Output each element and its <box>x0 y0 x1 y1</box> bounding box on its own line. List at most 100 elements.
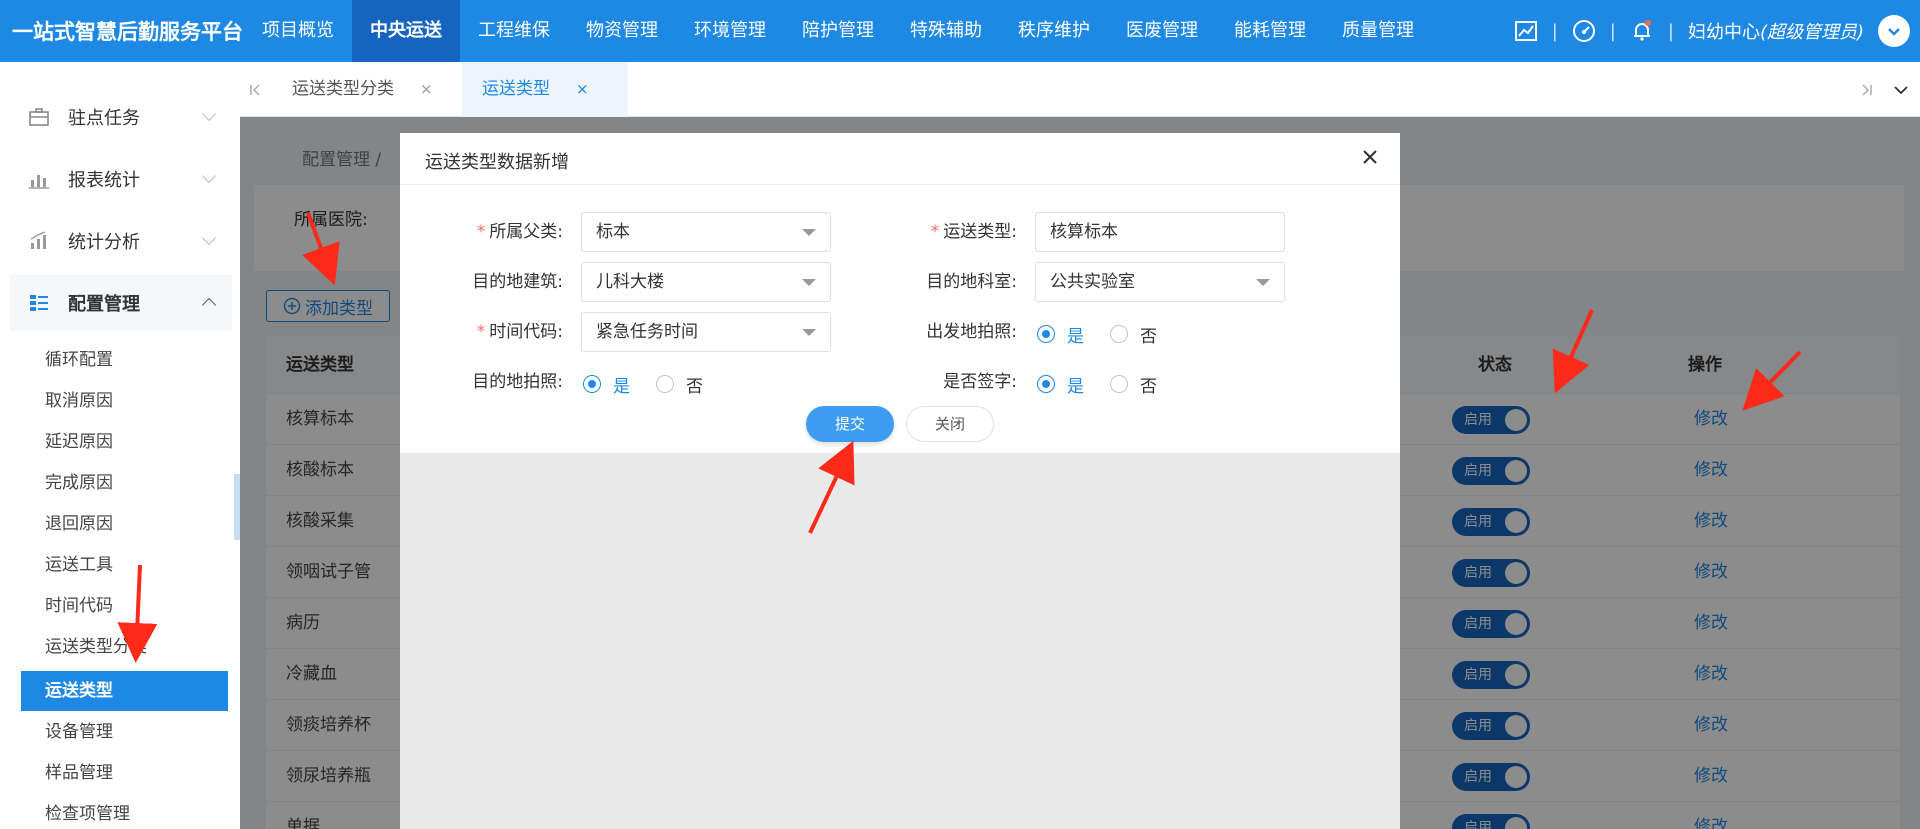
sidebar-group-analysis[interactable]: 统计分析 <box>10 213 232 269</box>
dialog-header: 运送类型数据新增 <box>400 133 1400 185</box>
sidebar-menu: 驻点任务 报表统计 统计分析 配置管理 循环配置 取消原因 延迟原因 完成原因 … <box>0 62 232 829</box>
topnav-item-quality[interactable]: 质量管理 <box>1324 0 1432 62</box>
header-separator: | <box>1609 20 1616 42</box>
parent-category-value: 标本 <box>596 222 630 242</box>
caret-down-icon <box>802 329 816 336</box>
caret-down-icon <box>802 229 816 236</box>
sidebar-group-label: 配置管理 <box>68 294 140 315</box>
config-list-icon <box>28 292 50 314</box>
chevron-down-icon <box>1888 28 1900 36</box>
origin-photo-no[interactable]: 否 <box>1110 322 1157 347</box>
radio-checked-icon <box>1037 375 1055 393</box>
sidebar-group-config[interactable]: 配置管理 <box>10 275 232 331</box>
origin-photo-label: 出发地拍照: <box>926 322 1017 342</box>
sidebar-item-transport-type[interactable]: 运送类型 <box>21 671 228 711</box>
dest-photo-yes[interactable]: 是 <box>583 372 630 397</box>
notification-bell-icon[interactable] <box>1630 19 1654 43</box>
transport-type-label-text: 运送类型: <box>943 222 1017 242</box>
parent-category-select[interactable]: 标本 <box>581 212 831 252</box>
topnav-item-overview[interactable]: 项目概览 <box>244 0 352 62</box>
dest-department-select[interactable]: 公共实验室 <box>1035 262 1285 302</box>
required-mark: * <box>476 322 486 342</box>
tab-transport-type[interactable]: 运送类型 × <box>462 62 628 117</box>
radio-label: 是 <box>613 376 630 397</box>
topnav-item-medical-waste[interactable]: 医废管理 <box>1108 0 1216 62</box>
topnav-item-special-assist[interactable]: 特殊辅助 <box>892 0 1000 62</box>
parent-category-label-text: 所属父类: <box>489 222 563 242</box>
sidebar-item-equipment[interactable]: 设备管理 <box>21 712 228 752</box>
origin-photo-radio-group: 是 否 <box>1037 314 1183 354</box>
dest-building-value: 儿科大楼 <box>596 272 664 292</box>
close-button[interactable]: 关闭 <box>906 406 994 442</box>
signature-yes[interactable]: 是 <box>1037 372 1084 397</box>
tab-menu-chevron-down-icon[interactable] <box>1892 82 1910 98</box>
sidebar-item-cancel-reason[interactable]: 取消原因 <box>21 381 228 421</box>
trend-chart-icon[interactable] <box>1514 19 1538 43</box>
topnav-item-materials[interactable]: 物资管理 <box>568 0 676 62</box>
tab-transport-type-category[interactable]: 运送类型分类 × <box>272 62 453 117</box>
sidebar: 驻点任务 报表统计 统计分析 配置管理 循环配置 取消原因 延迟原因 完成原因 … <box>0 62 240 829</box>
time-code-value: 紧急任务时间 <box>596 322 698 342</box>
time-code-select[interactable]: 紧急任务时间 <box>581 312 831 352</box>
header-tools: | | | 妇幼中心(超级管理员) <box>1514 0 1910 62</box>
tab-close-icon[interactable]: × <box>576 80 589 98</box>
tab-close-icon[interactable]: × <box>420 80 433 98</box>
time-code-label: * 时间代码: <box>403 312 563 352</box>
signature-no[interactable]: 否 <box>1110 372 1157 397</box>
tab-label: 运送类型分类 <box>292 79 394 99</box>
topnav-item-environment[interactable]: 环境管理 <box>676 0 784 62</box>
caret-down-icon <box>1256 279 1270 286</box>
sidebar-item-transport-tools[interactable]: 运送工具 <box>21 545 228 585</box>
radio-label: 否 <box>1140 376 1157 397</box>
current-user[interactable]: 妇幼中心(超级管理员) <box>1688 18 1864 44</box>
radio-unchecked-icon <box>1110 325 1128 343</box>
sidebar-group-station-tasks[interactable]: 驻点任务 <box>10 89 232 145</box>
topnav-item-engineering[interactable]: 工程维保 <box>460 0 568 62</box>
dest-photo-no[interactable]: 否 <box>656 372 703 397</box>
add-transport-type-dialog: 运送类型数据新增 * 所属父类: 标本 * 运送类型: 核算标本 目的地建筑: 儿科… <box>400 133 1400 829</box>
top-bar: 一站式智慧后勤服务平台 项目概览 中央运送 工程维保 物资管理 环境管理 陪护管… <box>0 0 1920 62</box>
dialog-title: 运送类型数据新增 <box>425 152 569 173</box>
tab-scroll-last-icon[interactable] <box>1858 82 1874 98</box>
dest-building-select[interactable]: 儿科大楼 <box>581 262 831 302</box>
sidebar-item-samples[interactable]: 样品管理 <box>21 753 228 793</box>
radio-checked-icon <box>1037 325 1055 343</box>
close-icon[interactable] <box>1358 145 1382 169</box>
caret-down-icon <box>802 279 816 286</box>
radio-checked-icon <box>583 375 601 393</box>
sidebar-item-complete-reason[interactable]: 完成原因 <box>21 463 228 503</box>
sidebar-group-label: 报表统计 <box>68 170 140 191</box>
topnav-item-order[interactable]: 秩序维护 <box>1000 0 1108 62</box>
dest-photo-label: 目的地拍照: <box>472 372 563 392</box>
app-title: 一站式智慧后勤服务平台 <box>12 20 243 44</box>
signature-radio-group: 是 否 <box>1037 364 1183 404</box>
sidebar-item-cycle-config[interactable]: 循环配置 <box>21 340 228 380</box>
dialog-body: * 所属父类: 标本 * 运送类型: 核算标本 目的地建筑: 儿科大楼 目的地科室:… <box>400 185 1400 453</box>
dashboard-gauge-icon[interactable] <box>1572 19 1596 43</box>
header-separator: | <box>1667 20 1674 42</box>
sidebar-group-label: 驻点任务 <box>68 108 140 129</box>
sidebar-item-transport-type-category[interactable]: 运送类型分类 <box>21 627 228 667</box>
topnav-item-escort[interactable]: 陪护管理 <box>784 0 892 62</box>
topnav-item-central-transport[interactable]: 中央运送 <box>352 0 460 62</box>
briefcase-icon <box>28 106 50 128</box>
transport-type-value: 核算标本 <box>1050 222 1118 242</box>
radio-label: 是 <box>1067 326 1084 347</box>
sidebar-item-return-reason[interactable]: 退回原因 <box>21 504 228 544</box>
transport-type-input[interactable]: 核算标本 <box>1035 212 1285 252</box>
chevron-down-icon <box>201 106 217 122</box>
tabs-bar: 运送类型分类 × 运送类型 × <box>240 62 1920 117</box>
dest-photo-radio-group: 是 否 <box>583 364 729 404</box>
sidebar-item-delay-reason[interactable]: 延迟原因 <box>21 422 228 462</box>
tab-scroll-first-icon[interactable] <box>248 82 264 98</box>
radio-unchecked-icon <box>1110 375 1128 393</box>
sidebar-item-check-items[interactable]: 检查项管理 <box>21 794 228 829</box>
sidebar-group-reports[interactable]: 报表统计 <box>10 151 232 207</box>
user-menu-toggle[interactable] <box>1878 15 1910 47</box>
origin-photo-yes[interactable]: 是 <box>1037 322 1084 347</box>
sidebar-item-time-code[interactable]: 时间代码 <box>21 586 228 626</box>
tab-label: 运送类型 <box>482 79 550 99</box>
submit-button[interactable]: 提交 <box>806 406 894 442</box>
topnav-item-energy[interactable]: 能耗管理 <box>1216 0 1324 62</box>
time-code-label-text: 时间代码: <box>489 322 563 342</box>
